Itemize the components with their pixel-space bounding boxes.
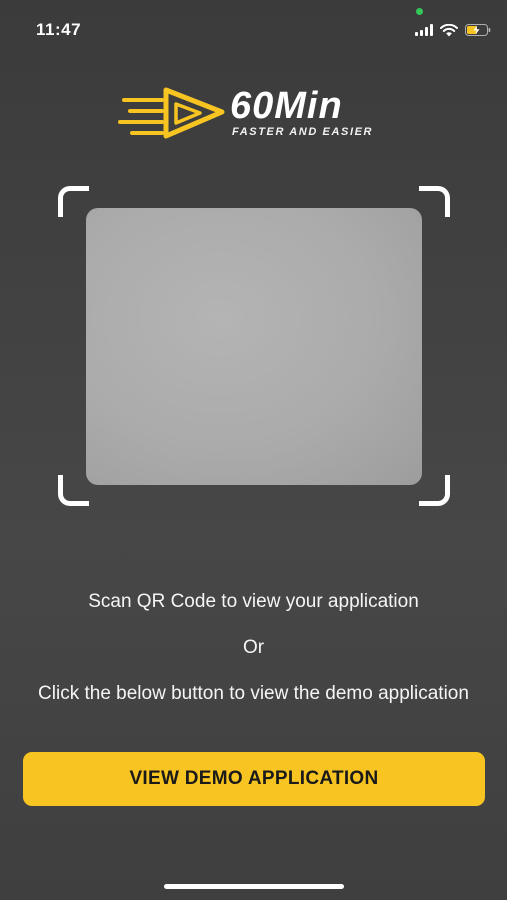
viewfinder-corner-top-left [58, 186, 89, 217]
logo-tagline: FASTER AND EASIER [232, 126, 374, 138]
wifi-icon [440, 23, 458, 36]
viewfinder-corner-bottom-right [419, 475, 450, 506]
qr-scanner-viewfinder[interactable] [58, 186, 450, 506]
fast-play-icon [118, 87, 225, 139]
app-logo: 60Min FASTER AND EASIER [118, 82, 393, 144]
scan-instruction: Scan QR Code to view your application [88, 591, 419, 612]
view-demo-button-label: VIEW DEMO APPLICATION [129, 768, 379, 789]
signal-icon [415, 24, 433, 36]
viewfinder-corner-top-right [419, 186, 450, 217]
demo-instruction: Click the below button to view the demo … [38, 683, 469, 704]
battery-charging-icon [465, 24, 491, 36]
camera-indicator-icon [416, 8, 423, 15]
home-indicator[interactable] [164, 884, 344, 889]
status-icons [415, 22, 491, 38]
logo-title: 60Min [230, 85, 343, 127]
camera-preview [86, 208, 422, 485]
view-demo-button[interactable]: VIEW DEMO APPLICATION [23, 752, 485, 806]
status-time: 11:47 [36, 20, 82, 39]
or-separator: Or [242, 637, 265, 658]
status-bar: 11:47 [0, 0, 507, 60]
viewfinder-corner-bottom-left [58, 475, 89, 506]
